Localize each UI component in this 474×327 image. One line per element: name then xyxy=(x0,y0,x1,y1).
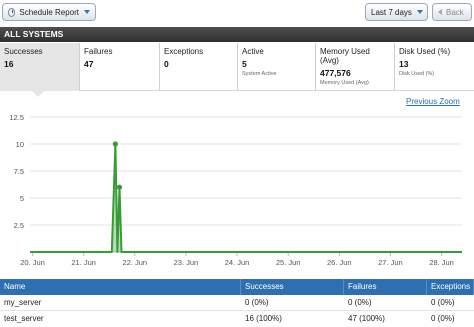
metric-sublabel: System Active xyxy=(242,71,277,77)
data-point xyxy=(116,184,123,190)
cell-exceptions: 0 (0%) xyxy=(431,298,455,307)
x-tick-label: 26. Jun xyxy=(327,258,352,267)
column-header-exceptions[interactable]: Exceptions xyxy=(427,279,474,295)
metric-value: 47 xyxy=(84,59,94,69)
cell-successes: 0 (0%) xyxy=(245,298,269,307)
metric-exceptions[interactable]: Exceptions 0 xyxy=(160,43,238,91)
x-tick-label: 23. Jun xyxy=(174,258,199,267)
x-tick-label: 28. Jun xyxy=(429,258,454,267)
metric-label: Exceptions xyxy=(164,47,204,56)
chevron-down-icon xyxy=(84,10,90,14)
date-range-dropdown[interactable]: Last 7 days xyxy=(365,3,428,21)
back-button[interactable]: Back xyxy=(432,3,472,21)
line-chart: 2.5 5 7.5 10 12.5 20. Jun 21. Jun 22. Jun 23. J… xyxy=(9,113,462,267)
metric-memory-used[interactable]: Memory Used (Avg) 477,576 Memory Used (A… xyxy=(316,43,395,91)
y-tick-label: 5 xyxy=(20,194,24,203)
column-header-failures[interactable]: Failures xyxy=(344,279,427,295)
y-tick-label: 7.5 xyxy=(14,167,24,176)
table-row[interactable]: my_server 0 (0%) 0 (0%) 0 (0%) xyxy=(0,295,474,311)
metric-successes[interactable]: Successes 16 xyxy=(0,43,80,91)
metric-value: 16 xyxy=(4,59,14,69)
cell-failures: 0 (0%) xyxy=(348,298,372,307)
metric-value: 13 xyxy=(399,59,409,69)
column-header-name[interactable]: Name xyxy=(0,279,241,295)
schedule-report-button[interactable]: Schedule Report xyxy=(2,3,96,21)
clock-icon xyxy=(8,7,16,17)
column-header-successes[interactable]: Successes xyxy=(241,279,344,295)
x-tick-label: 22. Jun xyxy=(123,258,148,267)
x-tick-label: 24. Jun xyxy=(225,258,250,267)
metric-label: Active xyxy=(242,47,264,56)
metric-sublabel: Disk Used (%) xyxy=(399,71,435,77)
y-tick-label: 10 xyxy=(16,140,24,149)
metric-label: Successes xyxy=(4,47,43,56)
systems-table: Name Successes Failures Exceptions my_se… xyxy=(0,279,474,327)
y-tick-label: 12.5 xyxy=(9,113,24,122)
data-point xyxy=(112,141,118,147)
table-header-row: Name Successes Failures Exceptions xyxy=(0,279,474,295)
section-title: ALL SYSTEMS xyxy=(0,27,474,42)
metrics-bar: Successes 16 Failures 47 Exceptions 0 Ac… xyxy=(0,43,474,91)
schedule-report-label: Schedule Report xyxy=(19,7,79,17)
x-tick-label: 25. Jun xyxy=(276,258,301,267)
metric-label: Memory Used (Avg) xyxy=(320,47,370,65)
metric-label: Failures xyxy=(84,47,113,56)
x-tick-label: 27. Jun xyxy=(378,258,403,267)
cell-name: test_server xyxy=(4,314,44,323)
x-tick-label: 21. Jun xyxy=(71,258,96,267)
y-tick-label: 2.5 xyxy=(14,221,24,230)
metric-label: Disk Used (%) xyxy=(399,47,451,56)
previous-zoom-link[interactable]: Previous Zoom xyxy=(406,97,460,106)
cell-name: my_server xyxy=(4,298,42,307)
x-tick-label: 20. Jun xyxy=(20,258,45,267)
metric-value: 5 xyxy=(242,59,247,69)
cell-successes: 16 (100%) xyxy=(245,314,282,323)
toolbar: Schedule Report Last 7 days Back xyxy=(0,0,474,25)
metric-value: 0 xyxy=(164,59,169,69)
chevron-down-icon xyxy=(416,10,423,14)
table-row[interactable]: test_server 16 (100%) 47 (100%) 0 (0%) xyxy=(0,311,474,327)
metric-value: 477,576 xyxy=(320,68,351,78)
cell-exceptions: 0 (0%) xyxy=(431,314,455,323)
date-range-label: Last 7 days xyxy=(371,7,412,17)
back-arrow-icon xyxy=(438,9,442,15)
back-label: Back xyxy=(446,7,464,17)
cell-failures: 47 (100%) xyxy=(348,314,385,323)
metric-active[interactable]: Active 5 System Active xyxy=(238,43,316,91)
active-metric-pointer xyxy=(31,90,45,97)
metric-failures[interactable]: Failures 47 xyxy=(80,43,160,91)
metric-disk-used[interactable]: Disk Used (%) 13 Disk Used (%) xyxy=(395,43,474,91)
metric-sublabel: Memory Used (Avg) xyxy=(320,80,369,86)
